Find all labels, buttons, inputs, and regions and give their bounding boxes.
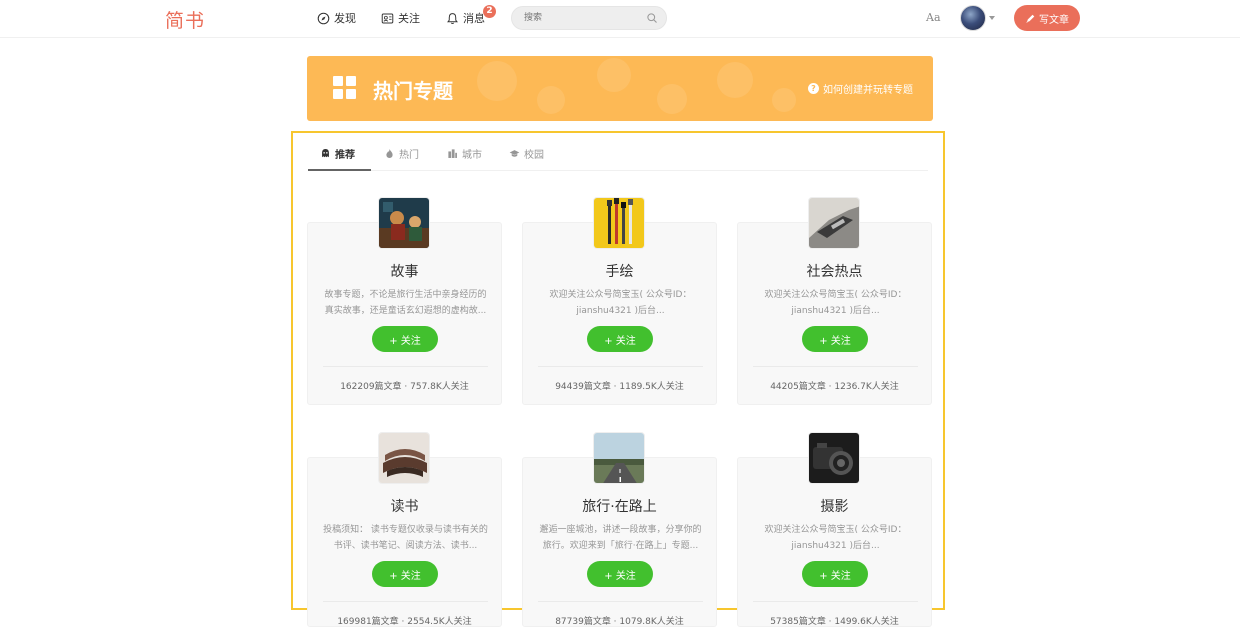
divider: [323, 366, 488, 367]
collection-description: 欢迎关注公众号简宝玉( 公众号ID：jianshu4321 )后台...: [764, 290, 907, 316]
follow-button[interactable]: + 关注: [587, 561, 653, 587]
top-navbar: 简书 发现 关注 消息 2 Aa 写文章: [0, 0, 1240, 38]
category-tabs: 推荐 热门 城市 校园: [308, 140, 928, 171]
collection-image[interactable]: [378, 197, 430, 249]
recommend-icon: [322, 149, 329, 158]
divider: [753, 601, 918, 602]
tab-city[interactable]: 城市: [447, 146, 482, 161]
collection-description: 邂逅一座城池，讲述一段故事，分享你的旅行。欢迎来到「旅行·在路上」专题...: [539, 525, 702, 551]
banner-title: 热门专题: [373, 79, 453, 103]
user-avatar[interactable]: [960, 5, 986, 31]
search-icon[interactable]: [646, 12, 658, 24]
banner-decoration: [657, 84, 687, 114]
collection-title[interactable]: 读书: [308, 496, 501, 516]
collection-card[interactable]: 故事 故事专题，不论是旅行生活中亲身经历的真实故事，还是童话玄幻遐想的虚构故..…: [307, 222, 502, 405]
follow-button[interactable]: + 关注: [802, 561, 868, 587]
write-article-button[interactable]: 写文章: [1014, 5, 1080, 31]
message-count-badge: 2: [483, 5, 496, 18]
camera-thumbnail: [809, 433, 859, 483]
banner-decoration: [717, 62, 753, 98]
collection-image[interactable]: [378, 432, 430, 484]
nav-messages-label: 消息 2: [463, 5, 496, 26]
collection-card[interactable]: 手绘 欢迎关注公众号简宝玉( 公众号ID：jianshu4321 )后台... …: [522, 222, 717, 405]
story-thumbnail: [379, 198, 429, 248]
nav-discover-label: 发现: [334, 12, 356, 25]
tab-hot[interactable]: 热门: [384, 146, 419, 161]
collection-title[interactable]: 手绘: [523, 261, 716, 281]
collection-description: 欢迎关注公众号简宝玉( 公众号ID：jianshu4321 )后台...: [764, 525, 907, 551]
road-thumbnail: [594, 433, 644, 483]
banner-decoration: [537, 86, 565, 114]
follow-button[interactable]: + 关注: [372, 326, 438, 352]
city-icon: [448, 149, 457, 158]
search-box: [511, 6, 667, 30]
collection-image[interactable]: [808, 197, 860, 249]
divider: [538, 366, 703, 367]
follow-button[interactable]: + 关注: [587, 326, 653, 352]
pen-icon: [1026, 14, 1035, 23]
font-size-toggle[interactable]: Aa: [926, 11, 941, 24]
books-thumbnail: [379, 433, 429, 483]
help-link-label: 如何创建并玩转专题: [823, 85, 913, 96]
collection-image[interactable]: [593, 432, 645, 484]
graduation-cap-icon: [509, 150, 520, 157]
collection-stats: 162209篇文章 · 757.8K人关注: [340, 382, 469, 392]
tab-city-label: 城市: [462, 150, 482, 161]
tab-campus[interactable]: 校园: [509, 146, 544, 161]
collection-description: 欢迎关注公众号简宝玉( 公众号ID：jianshu4321 )后台...: [549, 290, 692, 316]
fire-icon: [386, 149, 393, 158]
collection-image[interactable]: [808, 432, 860, 484]
nav-messages[interactable]: 消息 2: [446, 5, 496, 26]
grid-icon: [333, 76, 356, 99]
collection-stats: 44205篇文章 · 1236.7K人关注: [770, 382, 899, 392]
banner-decoration: [477, 61, 517, 101]
social-hotspot-thumbnail: [809, 198, 859, 248]
hot-collections-banner: 热门专题 ? 如何创建并玩转专题: [307, 56, 933, 121]
banner-decoration: [597, 58, 631, 92]
tab-recommend[interactable]: 推荐: [320, 146, 355, 161]
nav-discover[interactable]: 发现: [317, 10, 356, 26]
collection-title[interactable]: 社会热点: [738, 261, 931, 281]
nav-follow-label: 关注: [398, 12, 420, 25]
tab-recommend-label: 推荐: [335, 150, 355, 161]
question-icon: ?: [808, 83, 819, 94]
tab-hot-label: 热门: [399, 150, 419, 161]
banner-decoration: [772, 88, 796, 112]
bell-icon: [447, 12, 458, 24]
logo[interactable]: 简书: [165, 6, 205, 33]
divider: [323, 601, 488, 602]
collection-stats: 57385篇文章 · 1499.6K人关注: [770, 617, 899, 627]
collection-title[interactable]: 摄影: [738, 496, 931, 516]
collection-description: 故事专题，不论是旅行生活中亲身经历的真实故事，还是童话玄幻遐想的虚构故...: [324, 290, 487, 316]
divider: [538, 601, 703, 602]
brushes-thumbnail: [594, 198, 644, 248]
search-input[interactable]: [524, 10, 642, 26]
tab-campus-label: 校园: [524, 150, 544, 161]
collection-image[interactable]: [593, 197, 645, 249]
collection-description: 投稿须知： 读书专题仅收录与读书有关的书评、读书笔记、阅读方法、读书...: [323, 525, 488, 551]
collection-stats: 87739篇文章 · 1079.8K人关注: [555, 617, 684, 627]
follow-button[interactable]: + 关注: [372, 561, 438, 587]
help-link[interactable]: ? 如何创建并玩转专题: [808, 81, 913, 96]
collection-stats: 94439篇文章 · 1189.5K人关注: [555, 382, 684, 392]
collection-title[interactable]: 旅行·在路上: [523, 496, 716, 516]
nav-follow[interactable]: 关注: [381, 10, 420, 26]
collection-card[interactable]: 社会热点 欢迎关注公众号简宝玉( 公众号ID：jianshu4321 )后台..…: [737, 222, 932, 405]
write-article-label: 写文章: [1039, 14, 1069, 26]
follow-icon: [381, 13, 394, 23]
active-tab-indicator: [308, 169, 371, 171]
collection-title[interactable]: 故事: [308, 261, 501, 281]
nav-messages-text: 消息: [463, 12, 485, 25]
divider: [753, 366, 918, 367]
chevron-down-icon[interactable]: [989, 16, 995, 20]
follow-button[interactable]: + 关注: [802, 326, 868, 352]
collection-stats: 169981篇文章 · 2554.5K人关注: [337, 617, 472, 627]
compass-icon: [317, 12, 330, 24]
